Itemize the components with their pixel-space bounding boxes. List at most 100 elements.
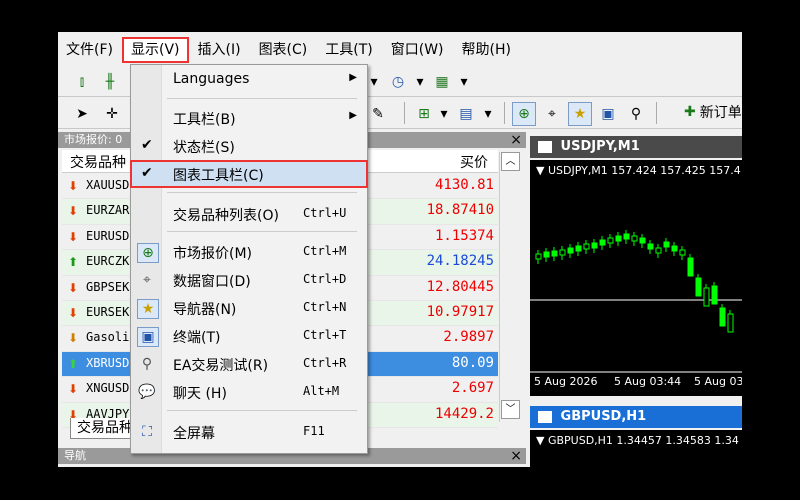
menu-charts[interactable]: 图表(C) [251, 38, 316, 62]
menu-file[interactable]: 文件(F) [58, 38, 121, 62]
dropdown-arrow-icon[interactable]: ▾ [408, 70, 432, 94]
cursor-icon[interactable]: ➤ [70, 102, 94, 126]
candle-body [647, 243, 654, 250]
candle-body [695, 277, 702, 297]
toolbar-separator [656, 102, 657, 124]
view-menu-dropdown: Languages ▶ 工具栏(B) ▶ ✔ 状态栏(S) ✔ 图表工具栏(C)… [130, 64, 368, 454]
column-header-ask[interactable]: 买价 [460, 152, 488, 172]
candle-body [671, 245, 678, 252]
chart-usdjpy-titlebar[interactable]: USDJPY,M1 [530, 136, 742, 158]
row-symbol: EURUSD [86, 228, 130, 243]
menu-item-market-watch[interactable]: ⊕ 市场报价(M) Ctrl+M [131, 239, 367, 265]
candle-body [583, 243, 590, 250]
data-window-icon[interactable]: ⌖ [540, 102, 564, 126]
candle-body [551, 250, 558, 257]
menu-item-shortcut: F11 [303, 424, 325, 438]
column-header-symbol[interactable]: 交易品种 [70, 152, 126, 172]
menu-window[interactable]: 窗口(W) [383, 38, 452, 62]
menu-item-label: Languages [173, 71, 250, 87]
arrow-down-icon: ⬇ [68, 229, 79, 244]
row-ask: 4130.81 [434, 177, 494, 193]
menu-help[interactable]: 帮助(H) [454, 38, 519, 62]
chart-gbpusd[interactable]: ▼ GBPUSD,H1 1.34457 1.34583 1.34 [530, 430, 742, 467]
close-icon[interactable]: × [510, 132, 522, 148]
menu-item-status-bar[interactable]: ✔ 状态栏(S) [131, 133, 367, 159]
time-label: 5 Aug 2026 [534, 375, 598, 388]
menu-view[interactable]: 显示(V) [121, 37, 189, 63]
menu-item-terminal[interactable]: ▣ 终端(T) Ctrl+T [131, 323, 367, 349]
menu-item-label: 图表工具栏(C) [173, 168, 264, 184]
crosshair-icon[interactable]: ✛ [100, 102, 124, 126]
chart-gbpusd-titlebar[interactable]: GBPUSD,H1 [530, 406, 742, 428]
menu-bar: 文件(F) 显示(V) 插入(I) 图表(C) 工具(T) 窗口(W) 帮助(H… [58, 36, 742, 64]
chart-window-icon [538, 140, 552, 153]
toolbar-separator [404, 102, 405, 124]
candlestick-icon[interactable]: ╫ [98, 70, 122, 94]
navigator-star-icon[interactable]: ★ [568, 102, 592, 126]
navigator-star-icon: ★ [137, 299, 159, 319]
chart-window-icon [538, 410, 552, 423]
terminal-icon[interactable]: ▣ [596, 102, 620, 126]
row-ask: 1.15374 [434, 227, 494, 244]
menu-item-label: 终端(T) [173, 330, 221, 346]
menu-item-strategy-tester[interactable]: ⚲ EA交易测试(R) Ctrl+R [131, 351, 367, 377]
scroll-up-icon[interactable]: ︿ [501, 152, 520, 171]
menu-item-fullscreen[interactable]: ⛶ 全屏幕 F11 [131, 419, 367, 445]
candle-body [711, 285, 718, 305]
row-symbol: GBPSEK [86, 279, 130, 294]
dropdown-arrow-icon[interactable]: ▾ [432, 102, 456, 126]
row-symbol: XBRUSD [86, 355, 130, 370]
chart-gbpusd-title: GBPUSD,H1 [560, 409, 647, 424]
draw-tools-icon[interactable]: ✎ [366, 102, 390, 126]
time-label: 5 Aug 03:44 [614, 375, 682, 388]
scroll-down-icon[interactable]: ﹀ [501, 400, 520, 419]
menu-item-label: 交易品种列表(O) [173, 208, 279, 224]
crosshair-icon: ⌖ [143, 272, 151, 288]
row-ask: 2.697 [451, 380, 494, 397]
menu-tools[interactable]: 工具(T) [317, 38, 380, 62]
navigator-title: 导航 [64, 449, 86, 462]
menu-item-chat[interactable]: 💬 聊天 (H) Alt+M [131, 379, 367, 405]
candle-body [655, 247, 662, 254]
market-watch-title: 市场报价: 0 [64, 133, 123, 146]
arrow-down-icon: ⬇ [68, 331, 79, 346]
menu-item-symbols[interactable]: 交易品种列表(O) Ctrl+U [131, 201, 367, 227]
menu-item-toolbars[interactable]: 工具栏(B) ▶ [131, 105, 367, 131]
new-order-button[interactable]: ✚ 新订单 [684, 102, 742, 122]
market-watch-icon[interactable]: ⊕ [512, 102, 536, 126]
arrow-up-icon: ⬆ [68, 356, 79, 371]
candle-body [703, 287, 710, 307]
new-order-icon: ✚ [684, 104, 696, 120]
submenu-arrow-icon: ▶ [349, 72, 357, 83]
candle-body [599, 239, 606, 246]
candle-body [639, 237, 646, 244]
row-symbol: EURZAR [86, 203, 130, 218]
market-watch-scrollbar[interactable]: ︿ ﹀ [499, 152, 520, 422]
arrow-up-icon: ⬆ [68, 255, 79, 270]
menu-item-languages[interactable]: Languages ▶ [131, 67, 367, 93]
chart-usdjpy[interactable]: ▼ USDJPY,M1 157.424 157.425 157.4 5 Aug … [530, 160, 742, 396]
menu-item-label: 聊天 (H) [173, 386, 227, 402]
dropdown-arrow-icon[interactable]: ▾ [476, 102, 500, 126]
candle-body [535, 253, 542, 260]
candle-body [607, 237, 614, 244]
menu-item-data-window[interactable]: ⌖ 数据窗口(D) Ctrl+D [131, 267, 367, 293]
periods-icon[interactable]: ▤ [454, 102, 478, 126]
bar-chart-icon[interactable]: ⫾ [70, 70, 94, 94]
toolbar-separator [504, 102, 505, 124]
candle-body [679, 249, 686, 256]
row-ask: 24.18245 [426, 253, 494, 270]
template-icon[interactable]: ▦ [430, 70, 454, 94]
menu-item-label: 状态栏(S) [173, 140, 235, 156]
menu-insert[interactable]: 插入(I) [190, 38, 249, 62]
tester-icon[interactable]: ⚲ [624, 102, 648, 126]
row-symbol: EURCZK [86, 254, 130, 269]
menu-item-shortcut: Ctrl+T [303, 328, 347, 342]
candle-body [543, 251, 550, 258]
menu-item-chart-toolbar[interactable]: ✔ 图表工具栏(C) [130, 160, 368, 188]
clock-icon[interactable]: ◷ [386, 70, 410, 94]
close-icon[interactable]: × [510, 448, 522, 464]
dropdown-arrow-icon[interactable]: ▾ [452, 70, 476, 94]
candle-body [631, 235, 638, 242]
menu-item-navigator[interactable]: ★ 导航器(N) Ctrl+N [131, 295, 367, 321]
